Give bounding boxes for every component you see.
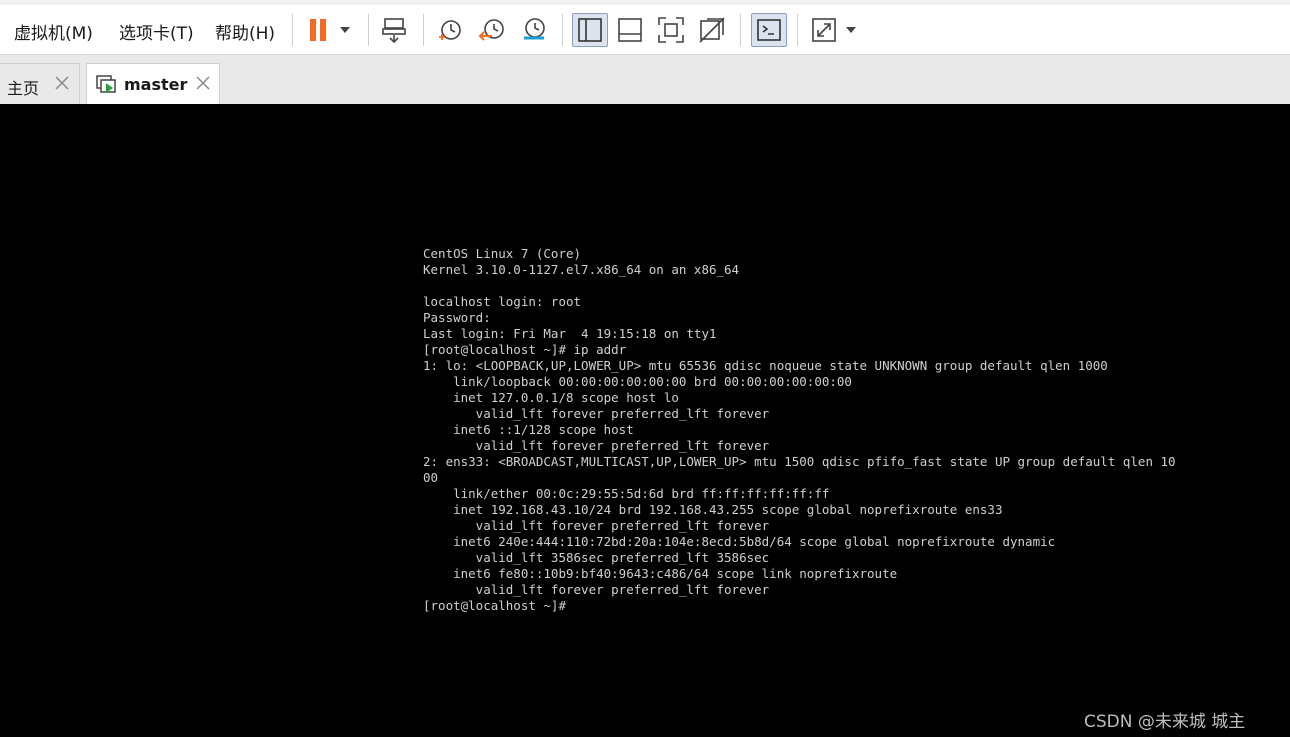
thumbnail-bar-icon: [618, 18, 642, 42]
terminal-line: valid_lft 3586sec preferred_lft 3586sec: [423, 550, 770, 565]
menu-tabs[interactable]: 选项卡(T): [119, 19, 194, 44]
terminal-line: valid_lft forever preferred_lft forever: [423, 518, 770, 533]
console-view-icon: [757, 19, 781, 41]
terminal-line: inet6 fe80::10b9:bf40:9643:c486/64 scope…: [423, 566, 898, 581]
terminal-line: [root@localhost ~]# ip addr: [423, 342, 627, 357]
tab-home[interactable]: 主页: [0, 63, 80, 104]
terminal-line: valid_lft forever preferred_lft forever: [423, 406, 770, 421]
revert-snapshot-button[interactable]: [474, 13, 510, 47]
stretch-button[interactable]: [806, 13, 862, 47]
toolbar-separator: [368, 14, 369, 46]
terminal-line: localhost login: root: [423, 294, 582, 309]
terminal-line: inet6 ::1/128 scope host: [423, 422, 634, 437]
terminal-line: Kernel 3.10.0-1127.el7.x86_64 on an x86_…: [423, 262, 740, 277]
terminal-output: CentOS Linux 7 (Core) Kernel 3.10.0-1127.…: [423, 246, 1176, 614]
send-keys-button[interactable]: [377, 13, 413, 47]
menu-help[interactable]: 帮助(H): [215, 19, 275, 44]
toolbar-separator: [292, 14, 293, 46]
library-view-button[interactable]: [572, 13, 608, 47]
fullscreen-icon: [658, 17, 684, 43]
toolbar-separator: [797, 14, 798, 46]
terminal-line: CentOS Linux 7 (Core): [423, 246, 582, 261]
fullscreen-button[interactable]: [653, 13, 689, 47]
toolbar: 虚拟机(M) 选项卡(T) 帮助(H): [0, 5, 1290, 55]
snapshot-icon: [439, 20, 461, 40]
close-icon[interactable]: [54, 75, 70, 91]
terminal-line: link/loopback 00:00:00:00:00:00 brd 00:0…: [423, 374, 852, 389]
terminal-line: 1: lo: <LOOPBACK,UP,LOWER_UP> mtu 65536 …: [423, 358, 1108, 373]
pause-icon: [310, 19, 350, 41]
snapshot-button[interactable]: [432, 13, 468, 47]
snapshot-manager-icon: [524, 18, 545, 40]
tab-bar: 主页 master: [0, 55, 1290, 104]
tab-master[interactable]: master: [86, 63, 220, 104]
pause-button[interactable]: [302, 13, 358, 47]
terminal-line: [root@localhost ~]#: [423, 598, 566, 613]
terminal-line: Last login: Fri Mar 4 19:15:18 on tty1: [423, 326, 717, 341]
send-keys-icon: [382, 18, 406, 44]
toolbar-separator: [740, 14, 741, 46]
tab-label: master: [124, 75, 188, 94]
unity-button[interactable]: [694, 13, 730, 47]
close-icon[interactable]: [195, 75, 211, 91]
toolbar-separator: [423, 14, 424, 46]
vm-console[interactable]: CentOS Linux 7 (Core) Kernel 3.10.0-1127.…: [0, 104, 1290, 737]
terminal-line: inet 192.168.43.10/24 brd 192.168.43.255…: [423, 502, 1003, 517]
terminal-line: valid_lft forever preferred_lft forever: [423, 582, 770, 597]
unity-icon: [699, 17, 725, 43]
toolbar-separator: [562, 14, 563, 46]
revert-snapshot-icon: [478, 19, 504, 41]
thumbnail-bar-button[interactable]: [612, 13, 648, 47]
terminal-line: link/ether 00:0c:29:55:5d:6d brd ff:ff:f…: [423, 486, 830, 501]
terminal-line: 00: [423, 470, 439, 485]
terminal-line: inet6 240e:444:110:72bd:20a:104e:8ecd:5b…: [423, 534, 1056, 549]
snapshot-manager-button[interactable]: [516, 13, 552, 47]
menu-vm[interactable]: 虚拟机(M): [14, 19, 93, 44]
tab-label: 主页: [7, 79, 40, 98]
vm-running-icon: [96, 75, 116, 93]
watermark: CSDN @未来城 城主: [1084, 712, 1246, 732]
terminal-line: 2: ens33: <BROADCAST,MULTICAST,UP,LOWER_…: [423, 454, 1176, 469]
terminal-line: Password:: [423, 310, 491, 325]
library-view-icon: [578, 18, 602, 42]
terminal-line: inet 127.0.0.1/8 scope host lo: [423, 390, 679, 405]
terminal-line: valid_lft forever preferred_lft forever: [423, 438, 770, 453]
console-view-button[interactable]: [751, 13, 787, 47]
stretch-icon: [812, 18, 856, 42]
